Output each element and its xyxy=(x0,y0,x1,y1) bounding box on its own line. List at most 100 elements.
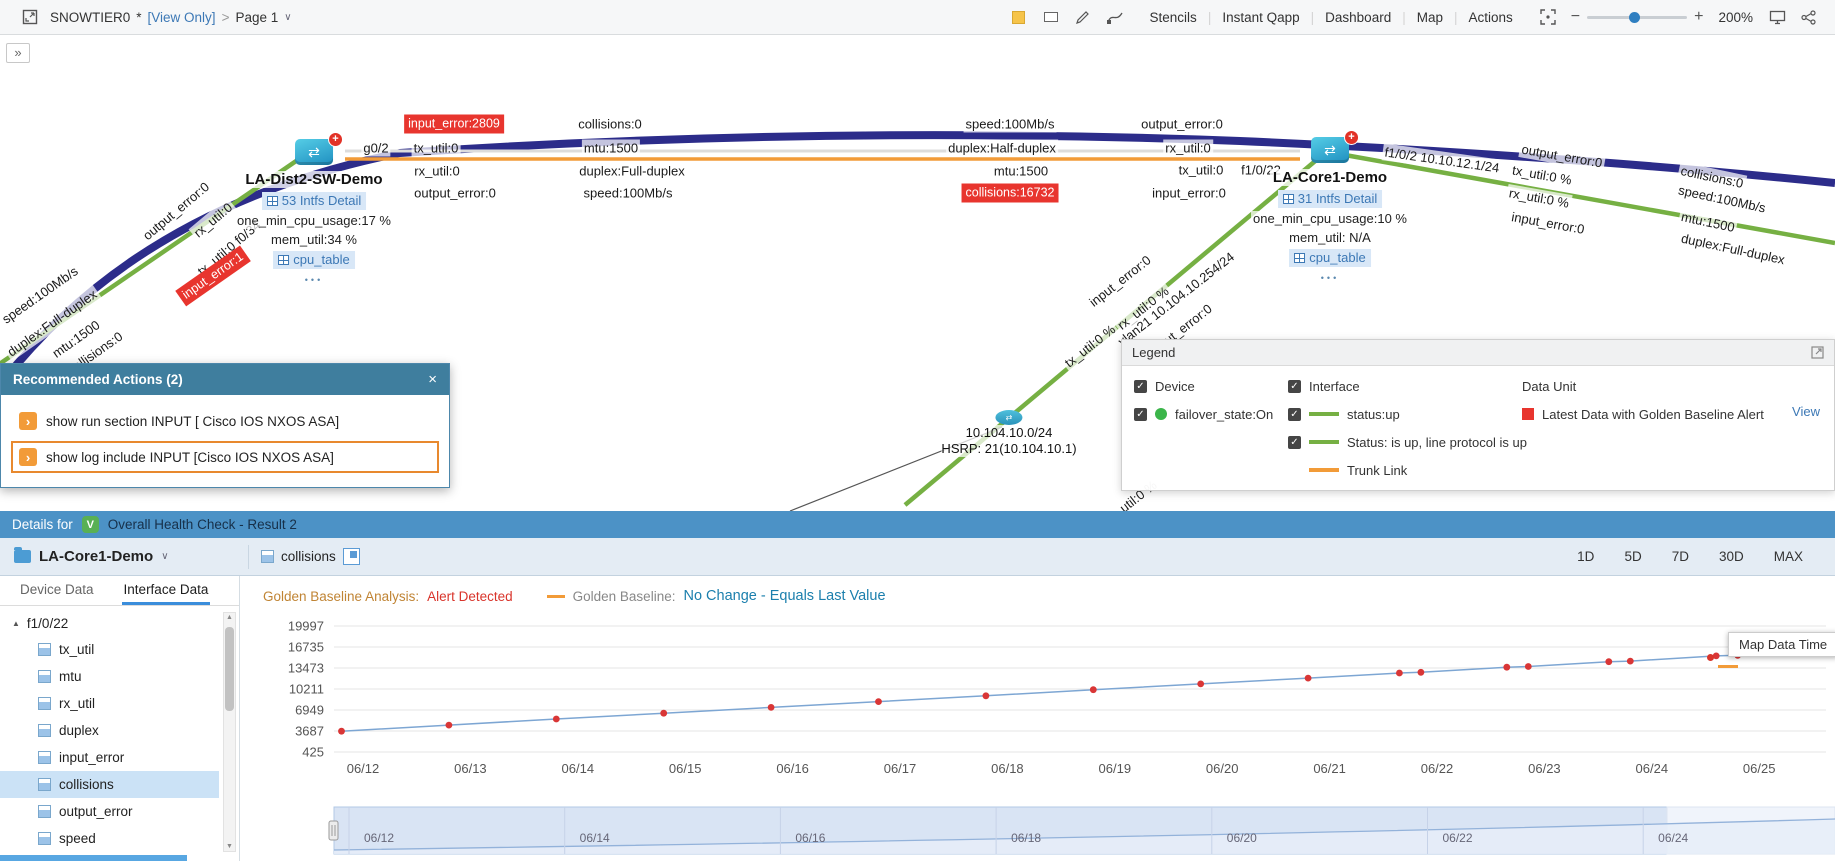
sticky-note-glyph xyxy=(1012,11,1025,24)
range-5d[interactable]: 5D xyxy=(1624,549,1641,564)
qapp-icon: V xyxy=(82,516,99,533)
alert-detected-value: Alert Detected xyxy=(427,589,513,604)
collisions-series xyxy=(338,650,1824,735)
data-tree-panel: Device Data Interface Data f1/0/22 tx_uti… xyxy=(0,576,240,861)
action-label: show log include INPUT [Cisco IOS NXOS A… xyxy=(46,450,334,465)
popout-icon[interactable] xyxy=(1811,346,1824,359)
legend-device-column: Device failover_state:On xyxy=(1134,376,1273,432)
zoom-level[interactable]: 200% xyxy=(1718,10,1753,25)
map-device[interactable]: LA-Core1-Demo31 Intfs Detailone_min_cpu_… xyxy=(1251,137,1409,286)
recommended-action[interactable]: show run section INPUT [ Cisco IOS NXOS … xyxy=(11,405,439,437)
fit-screen-icon[interactable] xyxy=(1538,7,1558,27)
chart-area: Golden Baseline Analysis: Alert Detected… xyxy=(240,576,1835,861)
details-header: Details for V Overall Health Check - Res… xyxy=(0,511,1835,538)
more-button[interactable]: ••• xyxy=(1319,270,1341,286)
checkbox-interface[interactable] xyxy=(1288,380,1301,393)
details-title: Overall Health Check - Result 2 xyxy=(108,517,297,532)
device-details: 53 Intfs Detailone_min_cpu_usage:17 %mem… xyxy=(235,192,393,288)
zoom-slider-knob[interactable] xyxy=(1629,12,1640,23)
legend-row: status:up xyxy=(1288,404,1527,424)
alert-badge-icon[interactable] xyxy=(328,132,343,147)
more-button[interactable]: ••• xyxy=(303,272,325,288)
checkbox-device[interactable] xyxy=(1134,380,1147,393)
monitor-icon[interactable] xyxy=(1767,7,1787,27)
legend-label: Trunk Link xyxy=(1347,463,1407,478)
close-icon[interactable]: × xyxy=(428,371,437,388)
golden-baseline-label: Golden Baseline: xyxy=(573,589,676,604)
zoom-in-button[interactable]: + xyxy=(1694,8,1703,26)
scrollbar-thumb[interactable] xyxy=(225,627,234,711)
device-data-link[interactable]: 53 Intfs Detail xyxy=(262,192,367,210)
mini-chart-handle[interactable] xyxy=(329,821,338,840)
menu-map[interactable]: Map xyxy=(1406,10,1454,25)
tree-item-duplex[interactable]: duplex xyxy=(0,717,219,744)
tree-item-rx_util[interactable]: rx_util xyxy=(0,690,219,717)
tree-item-input_error[interactable]: input_error xyxy=(0,744,219,771)
device-data-link[interactable]: cpu_table xyxy=(273,251,354,269)
checkbox-status-protocol[interactable] xyxy=(1288,436,1301,449)
metric-tab-collisions[interactable]: collisions xyxy=(261,548,360,565)
menu-instant-qapp[interactable]: Instant Qapp xyxy=(1211,10,1310,25)
horizontal-scrollbar[interactable] xyxy=(0,855,187,861)
legend-data-unit-header-row: Data Unit xyxy=(1522,376,1764,396)
page-selector[interactable]: Page 1 xyxy=(235,10,278,25)
curve-tool-icon[interactable] xyxy=(1105,7,1125,27)
shape-icon[interactable] xyxy=(1041,7,1061,27)
red-square-icon xyxy=(1522,408,1534,420)
tree-item-tx_util[interactable]: tx_util xyxy=(0,636,219,663)
tree-item-collisions[interactable]: collisions xyxy=(0,771,219,798)
metric-icon xyxy=(38,697,51,710)
chevron-down-icon: ∨ xyxy=(161,551,168,562)
table-icon xyxy=(1283,194,1294,204)
alert-badge-icon[interactable] xyxy=(1344,130,1359,145)
view-link[interactable]: View xyxy=(1792,404,1820,419)
scroll-up-icon[interactable] xyxy=(224,614,235,621)
share-icon[interactable] xyxy=(1799,7,1819,27)
note-icon[interactable] xyxy=(1009,7,1029,27)
metric-icon xyxy=(38,805,51,818)
recommended-actions-panel: Recommended Actions (2) × show run secti… xyxy=(0,363,450,488)
svg-text:06/14: 06/14 xyxy=(562,761,595,776)
switch-icon[interactable] xyxy=(295,139,333,165)
green-line-icon xyxy=(1309,440,1339,444)
device-data-link[interactable]: cpu_table xyxy=(1289,249,1370,267)
tree-item-output_error[interactable]: output_error xyxy=(0,798,219,825)
metric-icon xyxy=(38,751,51,764)
menu-dashboard[interactable]: Dashboard xyxy=(1314,10,1402,25)
switch-icon[interactable] xyxy=(1311,137,1349,163)
recommended-action[interactable]: show log include INPUT [Cisco IOS NXOS A… xyxy=(11,441,439,473)
tab-device-data[interactable]: Device Data xyxy=(18,576,96,605)
device-data-link[interactable]: 31 Intfs Detail xyxy=(1278,190,1383,208)
range-1d[interactable]: 1D xyxy=(1577,549,1594,564)
svg-text:06/25: 06/25 xyxy=(1743,761,1776,776)
checkbox-failover[interactable] xyxy=(1134,408,1147,421)
range-7d[interactable]: 7D xyxy=(1672,549,1689,564)
tab-interface-data[interactable]: Interface Data xyxy=(122,576,211,605)
map-device[interactable]: LA-Dist2-SW-Demo53 Intfs Detailone_min_c… xyxy=(235,139,393,288)
zoom-out-button[interactable]: − xyxy=(1571,8,1580,26)
range-30d[interactable]: 30D xyxy=(1719,549,1744,564)
range-max[interactable]: MAX xyxy=(1774,549,1803,564)
tree-parent-f1-0-22[interactable]: f1/0/22 xyxy=(0,610,239,636)
scroll-down-icon[interactable] xyxy=(224,843,235,850)
checkbox-status-up[interactable] xyxy=(1288,408,1301,421)
map-window-icon[interactable] xyxy=(20,7,40,27)
menu-actions[interactable]: Actions xyxy=(1458,10,1524,25)
metric-icon xyxy=(38,778,51,791)
hsrp-node[interactable]: 10.104.10.0/24 HSRP: 21(10.104.10.1) xyxy=(941,410,1076,457)
multilayer-switch-icon[interactable] xyxy=(995,410,1022,425)
sidebar-expand-button[interactable]: » xyxy=(6,43,30,63)
gridlines xyxy=(334,626,1826,752)
pencil-icon[interactable] xyxy=(1073,7,1093,27)
expand-metric-icon[interactable] xyxy=(343,548,360,565)
device-selector[interactable]: LA-Core1-Demo ∨ xyxy=(14,548,236,565)
menu-stencils[interactable]: Stencils xyxy=(1139,10,1208,25)
chevron-down-icon[interactable]: ∨ xyxy=(284,12,291,23)
legend-label: Status: is up, line protocol is up xyxy=(1347,435,1527,450)
tree-item-mtu[interactable]: mtu xyxy=(0,663,219,690)
view-only-link[interactable]: [View Only] xyxy=(148,10,216,25)
zoom-slider[interactable] xyxy=(1587,16,1687,19)
tree-item-speed[interactable]: speed xyxy=(0,825,219,852)
vertical-scrollbar[interactable] xyxy=(223,612,236,852)
unsaved-indicator: * xyxy=(136,10,141,25)
